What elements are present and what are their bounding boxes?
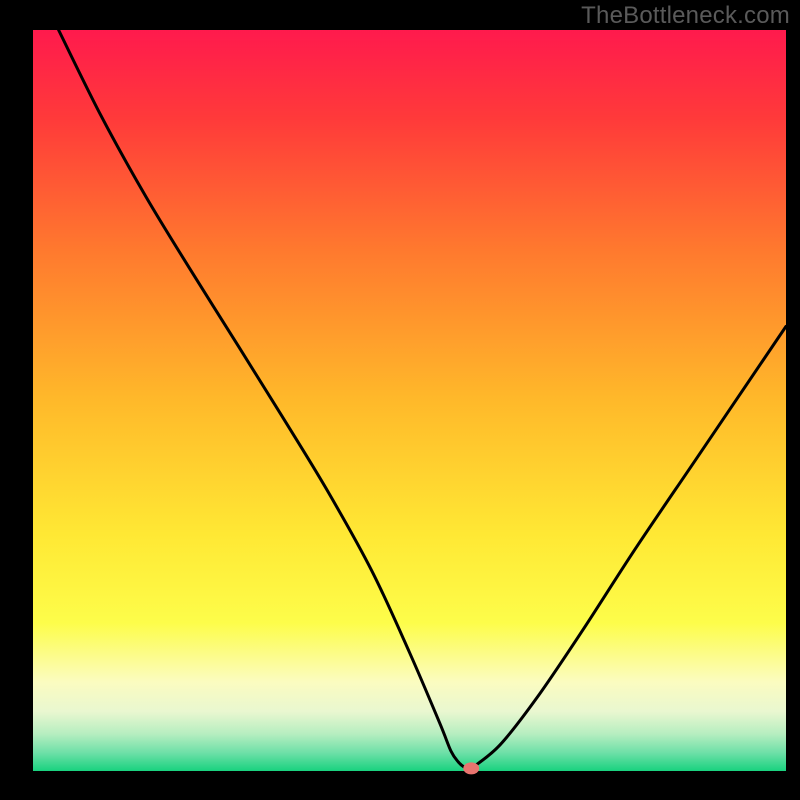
gradient-background (33, 30, 786, 771)
bottleneck-chart (0, 0, 800, 800)
optimal-point-marker (463, 762, 479, 774)
watermark-text: TheBottleneck.com (581, 2, 790, 30)
chart-container: TheBottleneck.com (0, 0, 800, 800)
